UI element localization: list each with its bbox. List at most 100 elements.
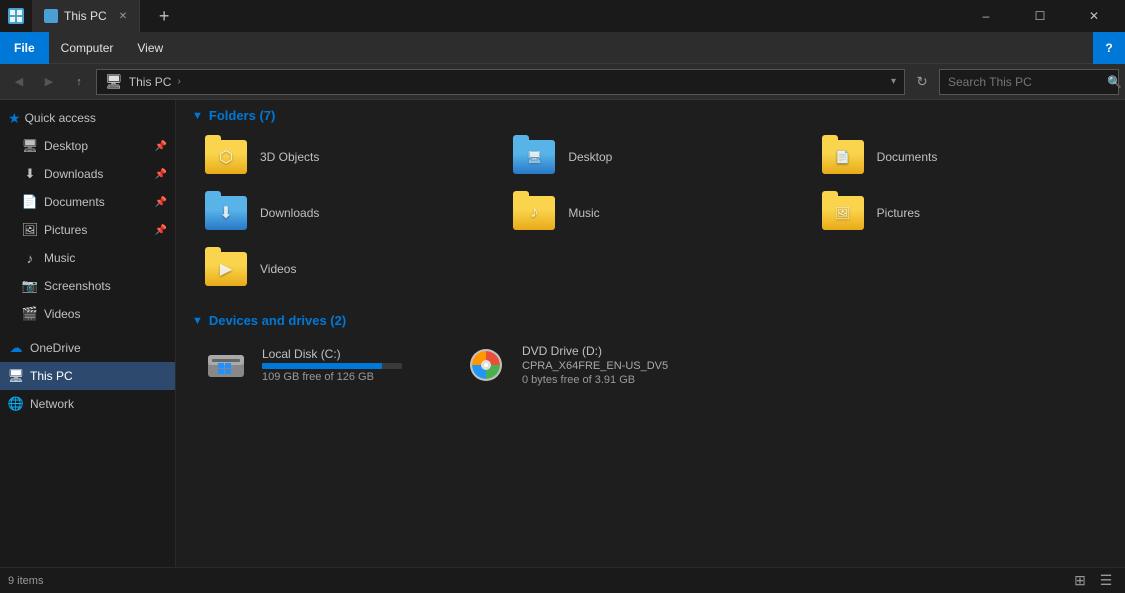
- folder-label-3dobjects: 3D Objects: [260, 150, 319, 164]
- refresh-button[interactable]: ↻: [909, 69, 935, 95]
- sidebar-label-onedrive: OneDrive: [30, 341, 81, 355]
- details-view-button[interactable]: ☰: [1095, 570, 1117, 592]
- folder-icon-3dobjects: ⬡: [202, 137, 250, 177]
- up-button[interactable]: ↑: [66, 69, 92, 95]
- new-tab-button[interactable]: +: [148, 0, 180, 32]
- tab-title: This PC: [64, 9, 107, 23]
- sidebar-item-downloads[interactable]: ⬇ Downloads 📌: [0, 160, 175, 188]
- folder-music[interactable]: ♪ Music: [500, 185, 808, 241]
- address-box[interactable]: 🖥 This PC › ▾: [96, 69, 905, 95]
- videos-icon: 🎬: [22, 306, 38, 322]
- folders-grid: ⬡ 3D Objects 🖥 Desktop 📄 Documents: [176, 129, 1125, 305]
- search-input[interactable]: [948, 75, 1103, 89]
- onedrive-icon: ☁: [8, 340, 24, 356]
- folder-icon-downloads: ⬇: [202, 193, 250, 233]
- sidebar-item-thispc[interactable]: 🖥 This PC: [0, 362, 175, 390]
- menubar: File Computer View ?: [0, 32, 1125, 64]
- close-button[interactable]: ✕: [1071, 0, 1117, 32]
- devices-section-header[interactable]: ▼ Devices and drives (2): [176, 305, 1125, 334]
- folder-videos[interactable]: ▶ Videos: [192, 241, 500, 297]
- folder-3dobjects[interactable]: ⬡ 3D Objects: [192, 129, 500, 185]
- local-disk-icon: [202, 345, 250, 385]
- statusbar: 9 items ⊞ ☰: [0, 567, 1125, 593]
- pin-icon-downloads: 📌: [155, 169, 167, 180]
- local-disk-label: Local Disk (C:): [262, 347, 402, 361]
- content-area: ▼ Folders (7) ⬡ 3D Objects 🖥 Desktop: [176, 100, 1125, 567]
- sidebar-label-documents: Documents: [44, 195, 105, 209]
- maximize-button[interactable]: ☐: [1017, 0, 1063, 32]
- quick-access-label: Quick access: [25, 111, 96, 125]
- documents-icon: 📄: [22, 194, 38, 210]
- folder-icon-music: ♪: [510, 193, 558, 233]
- devices-header-label: Devices and drives (2): [209, 313, 346, 328]
- device-dvd-drive[interactable]: DVD Drive (D:) CPRA_X64FRE_EN-US_DV5 0 b…: [452, 338, 678, 392]
- folders-header-label: Folders (7): [209, 108, 275, 123]
- sidebar-item-videos[interactable]: 🎬 Videos: [0, 300, 175, 328]
- sidebar-label-videos: Videos: [44, 307, 80, 321]
- pictures-icon: 🖼: [22, 222, 38, 238]
- sidebar-label-desktop: Desktop: [44, 139, 88, 153]
- sidebar-label-downloads: Downloads: [44, 167, 103, 181]
- sidebar-item-pictures[interactable]: 🖼 Pictures 📌: [0, 216, 175, 244]
- tab-icon: [44, 9, 58, 23]
- pin-icon-pictures: 📌: [155, 225, 167, 236]
- main-content: ★ Quick access 🖥 Desktop 📌 ⬇ Downloads 📌…: [0, 100, 1125, 567]
- screenshots-icon: 📷: [22, 278, 38, 294]
- dvd-drive-label: DVD Drive (D:): [522, 344, 668, 358]
- folder-documents[interactable]: 📄 Documents: [809, 129, 1117, 185]
- address-dropdown-button[interactable]: ▾: [891, 76, 896, 87]
- back-button[interactable]: ◀: [6, 69, 32, 95]
- folders-section-header[interactable]: ▼ Folders (7): [176, 100, 1125, 129]
- items-count: 9 items: [8, 575, 43, 587]
- menu-file[interactable]: File: [0, 32, 49, 64]
- folder-icon-documents: 📄: [819, 137, 867, 177]
- folders-chevron: ▼: [192, 110, 203, 122]
- minimize-button[interactable]: –: [963, 0, 1009, 32]
- sidebar-label-pictures: Pictures: [44, 223, 87, 237]
- sidebar-item-network[interactable]: 🌐 Network: [0, 390, 175, 418]
- folder-icon-videos: ▶: [202, 249, 250, 289]
- search-icon: 🔍: [1107, 75, 1122, 89]
- desktop-icon: 🖥: [22, 138, 38, 154]
- help-button[interactable]: ?: [1093, 32, 1125, 64]
- device-local-disk[interactable]: Local Disk (C:) 109 GB free of 126 GB: [192, 338, 412, 392]
- local-disk-bar-bg: [262, 363, 402, 369]
- sidebar-label-thispc: This PC: [30, 369, 73, 383]
- quick-access-header: ★ Quick access: [0, 104, 175, 132]
- sidebar-item-onedrive[interactable]: ☁ OneDrive: [0, 334, 175, 362]
- folder-pictures[interactable]: 🖼 Pictures: [809, 185, 1117, 241]
- dvd-drive-space: 0 bytes free of 3.91 GB: [522, 374, 668, 386]
- folder-label-videos: Videos: [260, 262, 296, 276]
- view-controls: ⊞ ☰: [1069, 570, 1117, 592]
- folder-icon-desktop: 🖥: [510, 137, 558, 177]
- sidebar-label-network: Network: [30, 397, 74, 411]
- dvd-drive-icon: [462, 345, 510, 385]
- active-tab[interactable]: This PC ✕: [32, 0, 140, 32]
- local-disk-info: Local Disk (C:) 109 GB free of 126 GB: [262, 347, 402, 383]
- menu-computer[interactable]: Computer: [49, 32, 126, 64]
- pin-icon-desktop: 📌: [155, 141, 167, 152]
- forward-button[interactable]: ▶: [36, 69, 62, 95]
- sidebar-item-documents[interactable]: 📄 Documents 📌: [0, 188, 175, 216]
- sidebar-label-screenshots: Screenshots: [44, 279, 111, 293]
- titlebar: This PC ✕ + – ☐ ✕: [0, 0, 1125, 32]
- search-box[interactable]: 🔍: [939, 69, 1119, 95]
- tab-close-button[interactable]: ✕: [119, 11, 127, 22]
- folder-label-pictures: Pictures: [877, 206, 920, 220]
- network-icon: 🌐: [8, 396, 24, 412]
- devices-chevron: ▼: [192, 315, 203, 327]
- music-icon: ♪: [22, 250, 38, 266]
- folder-desktop[interactable]: 🖥 Desktop: [500, 129, 808, 185]
- dvd-drive-info: DVD Drive (D:) CPRA_X64FRE_EN-US_DV5 0 b…: [522, 344, 668, 386]
- thispc-icon: 🖥: [8, 368, 24, 384]
- sidebar-item-music[interactable]: ♪ Music: [0, 244, 175, 272]
- dvd-drive-sublabel: CPRA_X64FRE_EN-US_DV5: [522, 360, 668, 372]
- folder-downloads[interactable]: ⬇ Downloads: [192, 185, 500, 241]
- sidebar-item-screenshots[interactable]: 📷 Screenshots: [0, 272, 175, 300]
- folder-label-downloads: Downloads: [260, 206, 319, 220]
- downloads-icon: ⬇: [22, 166, 38, 182]
- large-icons-view-button[interactable]: ⊞: [1069, 570, 1091, 592]
- menu-view[interactable]: View: [125, 32, 175, 64]
- sidebar-item-desktop[interactable]: 🖥 Desktop 📌: [0, 132, 175, 160]
- devices-row: Local Disk (C:) 109 GB free of 126 GB: [176, 334, 1125, 400]
